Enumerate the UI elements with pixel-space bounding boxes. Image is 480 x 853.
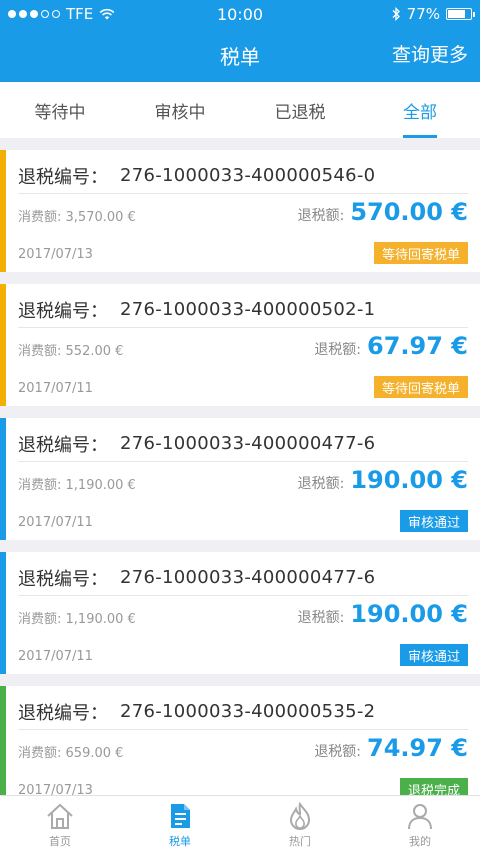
spend-amount: 消费额: 1,190.00 € <box>18 474 136 493</box>
tabbar-label: 税单 <box>169 834 191 848</box>
tax-form-card[interactable]: 退税编号： 276-1000033-400000477-6 消费额: 1,190… <box>0 552 480 674</box>
refund-label: 退税额: <box>297 476 345 492</box>
battery-icon <box>446 8 475 20</box>
spend-amount: 消费额: 3,570.00 € <box>18 206 136 225</box>
refund-label: 退税额: <box>297 208 345 224</box>
refund-amount-row: 退税额: 570.00 € <box>298 198 468 226</box>
spend-amount: 消费额: 1,190.00 € <box>18 608 136 627</box>
ref-label: 退税编号： <box>18 166 108 188</box>
bottom-tab-bar: 首页 税单 热门 我的 <box>0 795 480 853</box>
tab-all[interactable]: 全部 <box>360 82 480 138</box>
tax-form-card[interactable]: 退税编号： 276-1000033-400000535-2 消费额: 659.0… <box>0 686 480 808</box>
status-right: 77% <box>391 5 475 23</box>
refund-amount-row: 退税额: 190.00 € <box>298 600 468 628</box>
signal-icon <box>8 10 60 18</box>
battery-level <box>448 10 465 18</box>
spend-value: 3,570.00 € <box>65 210 136 225</box>
ref-number: 276-1000033-400000502-1 <box>120 299 376 320</box>
signal-dot <box>41 10 49 18</box>
spend-value: 1,190.00 € <box>65 478 136 493</box>
flame-icon <box>289 801 311 830</box>
refund-amount-row: 退税额: 190.00 € <box>298 466 468 494</box>
tax-form-card[interactable]: 退税编号： 276-1000033-400000546-0 消费额: 3,570… <box>0 150 480 272</box>
spend-value: 1,190.00 € <box>65 612 136 627</box>
tabbar-label: 热门 <box>289 834 311 848</box>
refund-amount-row: 退税额: 67.97 € <box>314 332 468 360</box>
tabbar-home[interactable]: 首页 <box>0 796 120 853</box>
refund-label: 退税额: <box>314 342 362 358</box>
page-title: 税单 <box>220 44 260 69</box>
tabbar-label: 首页 <box>49 834 71 848</box>
ref-label: 退税编号： <box>18 568 108 590</box>
signal-dot <box>8 10 16 18</box>
form-date: 2017/07/13 <box>18 247 93 262</box>
signal-dot <box>30 10 38 18</box>
bluetooth-icon <box>392 7 400 21</box>
tabbar-hot[interactable]: 热门 <box>240 796 360 853</box>
ref-row: 退税编号： 276-1000033-400000546-0 <box>18 158 468 194</box>
ref-label: 退税编号： <box>18 300 108 322</box>
tax-form-card[interactable]: 退税编号： 276-1000033-400000477-6 消费额: 1,190… <box>0 418 480 540</box>
ref-row: 退税编号： 276-1000033-400000535-2 <box>18 694 468 730</box>
spend-label: 消费额: <box>18 746 62 761</box>
tax-form-list: 退税编号： 276-1000033-400000546-0 消费额: 3,570… <box>0 150 480 820</box>
tax-form-card[interactable]: 退税编号： 276-1000033-400000502-1 消费额: 552.0… <box>0 284 480 406</box>
spend-label: 消费额: <box>18 210 62 225</box>
query-more-button[interactable]: 查询更多 <box>392 40 468 67</box>
spend-amount: 消费额: 659.00 € <box>18 742 123 761</box>
refund-amount-row: 退税额: 74.97 € <box>314 734 468 762</box>
spend-value: 659.00 € <box>65 746 124 761</box>
ref-label: 退税编号： <box>18 702 108 724</box>
carrier-name: TFE <box>66 5 94 23</box>
tabbar-label: 我的 <box>409 834 431 848</box>
spend-value: 552.00 € <box>65 344 124 359</box>
tabbar-tax-forms[interactable]: 税单 <box>120 796 240 853</box>
refund-amount: 67.97 € <box>367 332 468 360</box>
form-date: 2017/07/11 <box>18 515 93 530</box>
status-badge: 审核通过 <box>399 510 468 532</box>
home-icon <box>47 803 73 829</box>
ref-row: 退税编号： 276-1000033-400000502-1 <box>18 292 468 328</box>
nav-bar: 税单 查询更多 <box>0 28 480 82</box>
form-date: 2017/07/11 <box>18 649 93 664</box>
filter-tabs: 等待中 审核中 已退税 全部 <box>0 82 480 138</box>
refund-label: 退税额: <box>297 610 345 626</box>
receipt-icon <box>171 803 190 828</box>
tab-waiting[interactable]: 等待中 <box>0 82 120 138</box>
refund-amount: 74.97 € <box>367 734 468 762</box>
tabbar-mine[interactable]: 我的 <box>360 796 480 853</box>
user-icon <box>408 803 432 829</box>
form-date: 2017/07/11 <box>18 381 93 396</box>
refund-amount: 190.00 € <box>350 600 468 628</box>
spend-label: 消费额: <box>18 344 62 359</box>
ref-number: 276-1000033-400000477-6 <box>120 433 376 454</box>
header: TFE 10:00 77% 税单 查询更多 <box>0 0 480 82</box>
refund-label: 退税额: <box>314 744 362 760</box>
battery-percent: 77% <box>406 5 440 23</box>
tab-refunded[interactable]: 已退税 <box>240 82 360 138</box>
ref-number: 276-1000033-400000546-0 <box>120 165 376 186</box>
ref-row: 退税编号： 276-1000033-400000477-6 <box>18 426 468 462</box>
ref-number: 276-1000033-400000477-6 <box>120 567 376 588</box>
spend-label: 消费额: <box>18 612 62 627</box>
wifi-icon <box>99 8 115 20</box>
status-bar: TFE 10:00 77% <box>0 0 480 28</box>
spend-amount: 消费额: 552.00 € <box>18 340 123 359</box>
ref-number: 276-1000033-400000535-2 <box>120 701 376 722</box>
status-badge: 等待回寄税单 <box>373 376 468 398</box>
status-badge: 等待回寄税单 <box>373 242 468 264</box>
tab-reviewing[interactable]: 审核中 <box>120 82 240 138</box>
spend-label: 消费额: <box>18 478 62 493</box>
app-screen: TFE 10:00 77% 税单 查询更多 等待中 审核中 已退税 全部 退税编… <box>0 0 480 853</box>
ref-label: 退税编号： <box>18 434 108 456</box>
signal-dot <box>19 10 27 18</box>
ref-row: 退税编号： 276-1000033-400000477-6 <box>18 560 468 596</box>
refund-amount: 190.00 € <box>350 466 468 494</box>
status-badge: 审核通过 <box>399 644 468 666</box>
signal-dot <box>52 10 60 18</box>
refund-amount: 570.00 € <box>350 198 468 226</box>
